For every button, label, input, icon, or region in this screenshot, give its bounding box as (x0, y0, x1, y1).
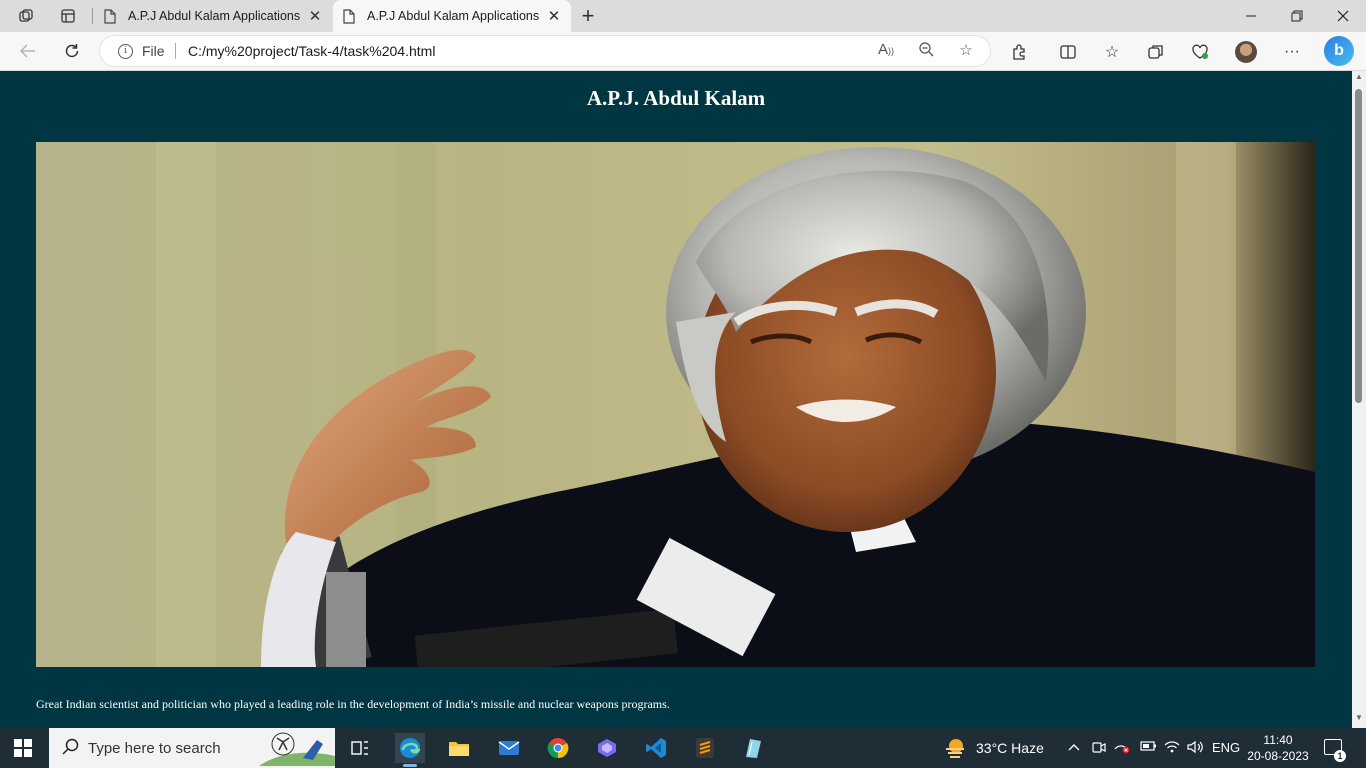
chrome-icon[interactable] (543, 733, 573, 763)
task-view-icon[interactable] (345, 733, 375, 763)
info-icon[interactable]: i (118, 44, 133, 59)
search-highlight-illustration (259, 732, 335, 766)
tab-actions-icon[interactable] (56, 4, 80, 28)
search-icon (61, 738, 79, 761)
favorite-star-icon[interactable]: ☆ (955, 41, 977, 61)
meet-now-icon[interactable] (1092, 740, 1106, 757)
web-page: A.P.J. Abdul Kalam Great Indian scientis… (0, 71, 1352, 728)
show-hidden-icons-icon[interactable] (1068, 740, 1080, 755)
tab-separator (92, 8, 93, 24)
browser-tab-bar: A.P.J Abdul Kalam Applications ✕ A.P.J A… (0, 0, 1366, 32)
taskbar-search-box[interactable]: Type here to search (49, 728, 335, 768)
clock-time: 11:40 (1263, 733, 1293, 747)
windows-start-icon[interactable] (14, 739, 32, 757)
file-explorer-icon[interactable] (444, 733, 474, 763)
url-text[interactable]: C:/my%20project/Task-4/task%204.html (188, 43, 435, 59)
page-icon (343, 8, 355, 24)
page-title: A.P.J. Abdul Kalam (586, 86, 766, 110)
tab-inactive[interactable]: A.P.J Abdul Kalam Applications ✕ (94, 0, 332, 32)
tab-title: A.P.J Abdul Kalam Applications (367, 9, 540, 23)
close-icon[interactable]: ✕ (304, 7, 326, 25)
volume-icon[interactable] (1187, 740, 1205, 757)
haze-weather-icon[interactable] (944, 737, 966, 759)
network-error-icon[interactable] (1114, 740, 1130, 757)
sublime-text-icon[interactable] (690, 733, 720, 763)
favorites-icon[interactable]: ☆ (1100, 40, 1124, 64)
close-icon[interactable]: ✕ (543, 7, 565, 25)
vertical-scrollbar[interactable]: ▲ ▼ (1352, 71, 1366, 728)
system-clock[interactable]: 11:40 20-08-2023 (1246, 732, 1310, 764)
extensions-icon[interactable] (1007, 40, 1031, 64)
mail-icon[interactable] (494, 733, 524, 763)
weather-text[interactable]: 33°C Haze (976, 740, 1044, 756)
tab-title: A.P.J Abdul Kalam Applications (128, 9, 301, 23)
collections-icon[interactable] (1144, 40, 1168, 64)
tab-active[interactable]: A.P.J Abdul Kalam Applications ✕ (333, 0, 571, 32)
vscode-icon[interactable] (641, 733, 671, 763)
bing-copilot-button[interactable]: b (1324, 36, 1354, 66)
browser-essentials-icon[interactable] (1188, 40, 1212, 64)
windows-taskbar: Type here to search 33°C Haze ENG 11:40 … (0, 728, 1366, 768)
notification-count-badge: 1 (1334, 750, 1346, 762)
read-aloud-icon[interactable]: A)) (875, 41, 897, 61)
address-bar-row: i File C:/my%20project/Task-4/task%204.h… (0, 32, 1366, 71)
kalam-portrait-image (36, 142, 1315, 667)
address-separator (175, 43, 176, 59)
edge-browser-icon[interactable] (395, 733, 425, 767)
notepad-app-icon[interactable] (738, 733, 768, 763)
more-options-icon[interactable]: ··· (1280, 40, 1304, 64)
minimize-button[interactable] (1228, 0, 1274, 32)
refresh-button[interactable] (58, 38, 86, 64)
scroll-down-icon[interactable]: ▼ (1355, 713, 1363, 722)
back-button[interactable] (14, 38, 42, 64)
wifi-icon[interactable] (1164, 740, 1180, 757)
close-window-button[interactable] (1320, 0, 1366, 32)
profile-avatar[interactable] (1235, 41, 1257, 63)
description-paragraph: Great Indian scientist and politician wh… (36, 697, 670, 711)
scroll-up-icon[interactable]: ▲ (1355, 72, 1363, 81)
clock-date: 20-08-2023 (1247, 749, 1309, 763)
page-icon (104, 8, 116, 24)
zoom-icon[interactable] (915, 41, 937, 61)
language-indicator[interactable]: ENG (1212, 740, 1240, 755)
split-screen-icon[interactable] (1056, 40, 1080, 64)
new-tab-button[interactable]: + (576, 3, 600, 29)
restore-button[interactable] (1274, 0, 1320, 32)
battery-icon[interactable] (1140, 740, 1158, 755)
address-bar[interactable]: i File C:/my%20project/Task-4/task%204.h… (100, 36, 990, 66)
copilot-app-icon[interactable] (592, 733, 622, 763)
bing-logo-text: b (1334, 42, 1344, 59)
search-placeholder: Type here to search (88, 740, 221, 757)
workspaces-icon[interactable] (14, 4, 38, 28)
scroll-thumb[interactable] (1355, 89, 1362, 403)
site-label: File (142, 43, 165, 59)
